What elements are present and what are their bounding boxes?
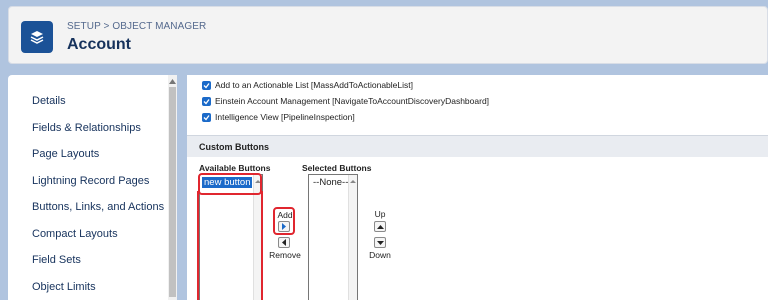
sidebar-item-object-limits[interactable]: Object Limits (8, 274, 176, 300)
scroll-thumb[interactable] (169, 87, 176, 297)
sidebar-item-fields-relationships[interactable]: Fields & Relationships (8, 115, 176, 142)
checkbox-label: Add to an Actionable List [MassAddToActi… (215, 80, 413, 90)
available-buttons-label: Available Buttons (199, 163, 271, 173)
down-button[interactable] (374, 237, 386, 248)
layers-icon (21, 21, 53, 53)
page-header: SETUP > OBJECT MANAGER Account (8, 6, 768, 64)
sidebar-item-page-layouts[interactable]: Page Layouts (8, 141, 176, 168)
breadcrumb[interactable]: SETUP > OBJECT MANAGER (67, 21, 206, 32)
selected-buttons-list[interactable]: --None-- (308, 174, 358, 300)
sidebar-item-lightning-record-pages[interactable]: Lightning Record Pages (8, 168, 176, 195)
remove-button[interactable] (278, 237, 290, 248)
sidebar-item-compact-layouts[interactable]: Compact Layouts (8, 221, 176, 248)
checkbox-checked-icon[interactable] (202, 112, 211, 122)
remove-label: Remove (269, 250, 301, 260)
scroll-up-icon[interactable] (168, 77, 177, 85)
checkbox-checked-icon[interactable] (202, 80, 211, 90)
section-title: Custom Buttons (187, 135, 768, 157)
highlight-box (197, 191, 263, 300)
list-option[interactable]: --None-- (311, 177, 350, 188)
selected-buttons-label: Selected Buttons (302, 163, 372, 173)
sidebar-scrollbar[interactable] (168, 75, 177, 300)
checkbox-label: Einstein Account Management [NavigateToA… (215, 96, 490, 106)
sidebar-nav: Details Fields & Relationships Page Layo… (8, 75, 176, 300)
sidebar-item-field-sets[interactable]: Field Sets (8, 247, 176, 274)
main-panel: Add to an Actionable List [MassAddToActi… (187, 75, 768, 300)
checkbox-label: Intelligence View [PipelineInspection] (215, 112, 355, 122)
down-label: Down (369, 250, 391, 260)
list-scrollbar[interactable] (348, 175, 357, 300)
checkbox-row[interactable]: Intelligence View [PipelineInspection] (202, 112, 355, 122)
sidebar-item-buttons-links-actions[interactable]: Buttons, Links, and Actions (8, 194, 176, 221)
scroll-up-icon[interactable] (350, 180, 356, 183)
checkbox-row[interactable]: Add to an Actionable List [MassAddToActi… (202, 80, 413, 90)
up-button[interactable] (374, 221, 386, 232)
add-button[interactable] (278, 221, 290, 232)
checkbox-row[interactable]: Einstein Account Management [NavigateToA… (202, 96, 489, 106)
page-title: Account (67, 36, 131, 53)
checkbox-checked-icon[interactable] (202, 96, 211, 106)
sidebar-item-details[interactable]: Details (8, 88, 176, 115)
up-label: Up (374, 209, 386, 219)
